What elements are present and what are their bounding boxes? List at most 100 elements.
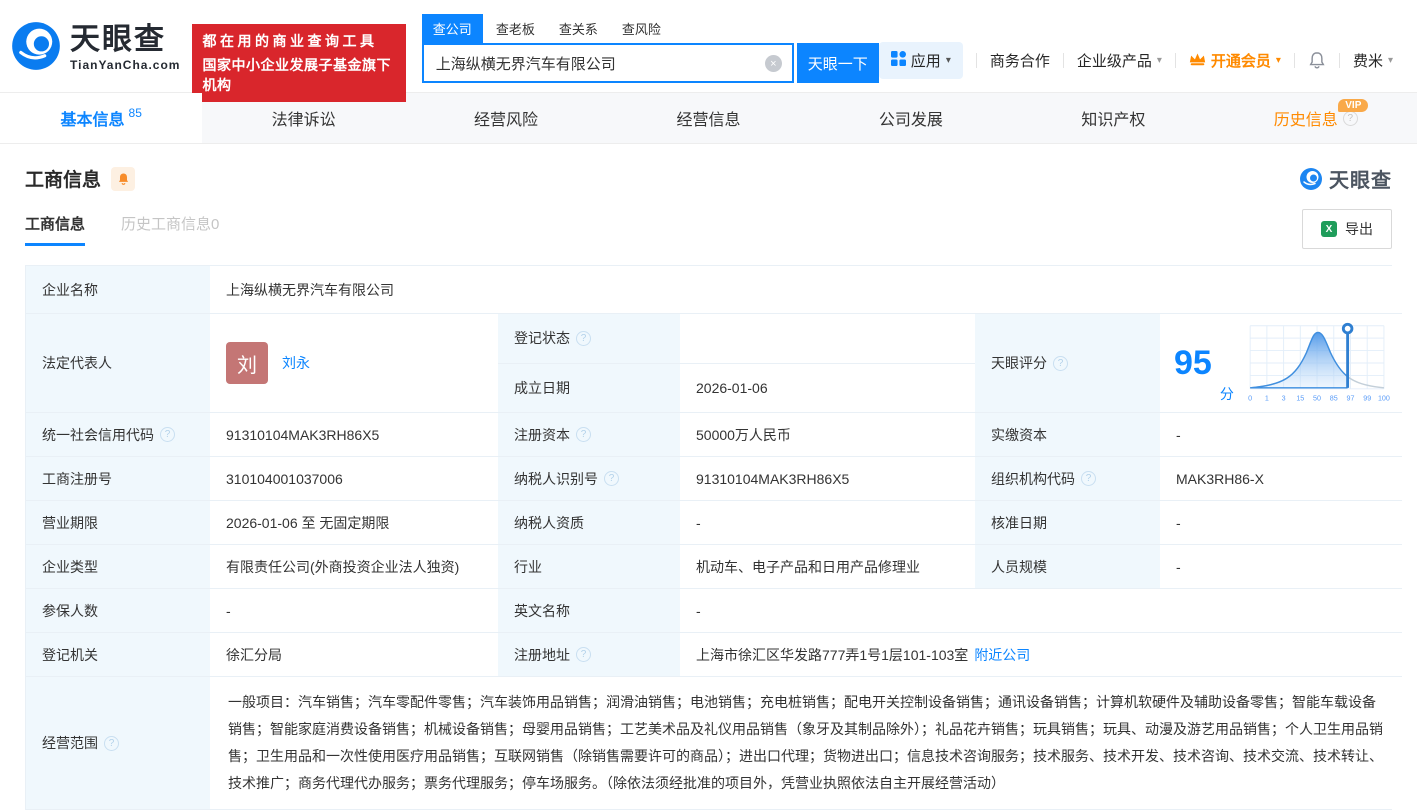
svg-text:85: 85: [1330, 394, 1338, 402]
watermark-text: 天眼查: [1329, 170, 1392, 192]
tianyancha-logo[interactable]: 天眼查 TianYanCha.com: [10, 20, 180, 77]
subtab-row: 工商信息 历史工商信息0 X 导出: [0, 201, 1417, 263]
section-header: 工商信息 天眼查: [0, 144, 1417, 201]
svg-text:50: 50: [1313, 394, 1321, 402]
reg-capital-label-text: 注册资本: [514, 426, 570, 443]
org-code-label-text: 组织机构代码: [991, 470, 1075, 487]
org-code-value: MAK3RH86-X: [1160, 457, 1402, 501]
staff-size-value: -: [1160, 545, 1402, 589]
apps-menu[interactable]: 应用 ▾: [878, 42, 963, 79]
reg-number-value: 310104001037006: [210, 457, 498, 501]
tab-operation-risk[interactable]: 经营风险: [405, 93, 607, 143]
credit-code-value: 91310104MAK3RH86X5: [210, 413, 498, 457]
user-account-menu[interactable]: 费米 ▾: [1353, 50, 1393, 71]
notification-bell-icon[interactable]: [1308, 51, 1326, 70]
company-name-value: 上海纵横无界汽车有限公司: [210, 266, 1402, 314]
legal-rep-name-link[interactable]: 刘永: [282, 353, 310, 373]
nearby-companies-link[interactable]: 附近公司: [974, 645, 1030, 665]
svg-text:15: 15: [1296, 394, 1304, 402]
nav-divider: [1293, 53, 1295, 68]
logo-brand-text: 天眼查: [70, 23, 166, 56]
establish-date-label: 成立日期: [498, 363, 680, 413]
search-tab-boss[interactable]: 查老板: [485, 14, 546, 43]
reg-address-label: 注册地址 ?: [498, 633, 680, 677]
staff-size-label: 人员规模: [975, 545, 1160, 589]
reg-status-value: [680, 314, 975, 364]
business-scope-value: 一般项目：汽车销售；汽车零配件零售；汽车装饰用品销售；润滑油销售；电池销售；充电…: [210, 677, 1402, 809]
watermark-logo-icon: [1300, 167, 1322, 190]
industry-label: 行业: [498, 545, 680, 589]
help-icon[interactable]: ?: [1081, 471, 1096, 486]
search-input[interactable]: [423, 45, 792, 81]
industry-value: 机动车、电子产品和日用产品修理业: [680, 545, 975, 589]
search-box: ×: [421, 43, 794, 83]
chevron-down-icon: ▾: [1156, 55, 1162, 66]
credit-code-label-text: 统一社会信用代码: [42, 426, 154, 443]
reg-authority-value: 徐汇分局: [210, 633, 498, 677]
tab-company-development[interactable]: 公司发展: [810, 93, 1012, 143]
tab-history-info[interactable]: VIP 历史信息 ?: [1215, 93, 1417, 143]
nav-divider: [1174, 53, 1176, 68]
score-marker-pin: [1341, 322, 1354, 335]
business-info-table: 企业名称 上海纵横无界汽车有限公司 法定代表人 刘 刘永 登记状态 ? 天眼评分…: [25, 265, 1402, 810]
nav-divider: [1062, 53, 1064, 68]
tab-operation-info[interactable]: 经营信息: [607, 93, 809, 143]
score-unit: 分: [1219, 386, 1234, 402]
help-icon[interactable]: ?: [1053, 355, 1068, 371]
help-icon[interactable]: ?: [576, 330, 591, 346]
reg-authority-label: 登记机关: [26, 633, 210, 677]
svg-text:100: 100: [1378, 394, 1390, 402]
help-icon[interactable]: ?: [1342, 110, 1358, 126]
subtab-business-info[interactable]: 工商信息: [25, 213, 86, 246]
tab-intellectual-property[interactable]: 知识产权: [1012, 93, 1214, 143]
nav-divider: [1338, 53, 1340, 68]
org-code-label: 组织机构代码 ?: [975, 457, 1160, 501]
search-tab-risk[interactable]: 查风险: [611, 14, 672, 43]
tab-basic-info-label: 基本信息: [60, 112, 125, 129]
export-button[interactable]: X 导出: [1302, 209, 1392, 249]
help-icon[interactable]: ?: [576, 427, 591, 442]
company-type-label: 企业类型: [26, 545, 210, 589]
svg-text:1: 1: [1265, 394, 1269, 402]
company-type-value: 有限责任公司(外商投资企业法人独资): [210, 545, 498, 589]
enterprise-products-label: 企业级产品: [1076, 53, 1152, 70]
score-value: 95 分 0 1 3 15 50 85 97 99 100: [1160, 314, 1402, 413]
business-term-value: 2026-01-06 至 无固定期限: [210, 501, 498, 545]
subtab-history-business-info[interactable]: 历史工商信息0: [121, 213, 219, 246]
help-icon[interactable]: ?: [604, 471, 619, 486]
section-title: 工商信息: [25, 170, 102, 191]
svg-text:3: 3: [1281, 394, 1285, 402]
search-tab-company[interactable]: 查公司: [421, 14, 483, 43]
chevron-down-icon: ▾: [1387, 55, 1393, 66]
apps-grid-icon: [890, 51, 906, 70]
help-icon[interactable]: ?: [160, 427, 175, 442]
help-icon[interactable]: ?: [576, 647, 591, 662]
vip-badge: VIP: [1338, 99, 1369, 112]
crown-icon: [1189, 52, 1206, 70]
open-vip-label: 开通会员: [1210, 53, 1271, 70]
business-scope-label: 经营范围 ?: [26, 677, 210, 809]
tab-basic-info-count: 85: [128, 106, 142, 120]
clear-search-icon[interactable]: ×: [764, 55, 782, 72]
export-button-label: 导出: [1345, 221, 1373, 237]
score-label-text: 天眼评分: [991, 355, 1047, 371]
reg-number-label: 工商注册号: [26, 457, 210, 501]
tab-basic-info[interactable]: 基本信息 85: [0, 93, 203, 143]
establish-date-value: 2026-01-06: [680, 363, 975, 413]
enterprise-products-menu[interactable]: 企业级产品 ▾: [1077, 50, 1162, 71]
english-name-label: 英文名称: [498, 589, 680, 633]
search-tab-relation[interactable]: 查关系: [548, 14, 609, 43]
taxpayer-id-label-text: 纳税人识别号: [514, 470, 598, 487]
watermark-logo: 天眼查: [1299, 164, 1392, 193]
business-cooperation-link[interactable]: 商务合作: [990, 50, 1050, 71]
svg-text:99: 99: [1363, 394, 1371, 402]
search-button[interactable]: 天眼一下: [796, 43, 879, 83]
open-vip-menu[interactable]: 开通会员 ▾: [1189, 50, 1281, 71]
score-distribution-chart: 0 1 3 15 50 85 97 99 100: [1248, 322, 1390, 402]
avatar[interactable]: 刘: [226, 342, 268, 384]
chevron-down-icon: ▾: [945, 55, 951, 66]
subscribe-bell-icon[interactable]: [111, 166, 136, 191]
tab-legal-litigation[interactable]: 法律诉讼: [202, 93, 404, 143]
excel-icon: X: [1321, 221, 1337, 237]
help-icon[interactable]: ?: [104, 735, 119, 751]
